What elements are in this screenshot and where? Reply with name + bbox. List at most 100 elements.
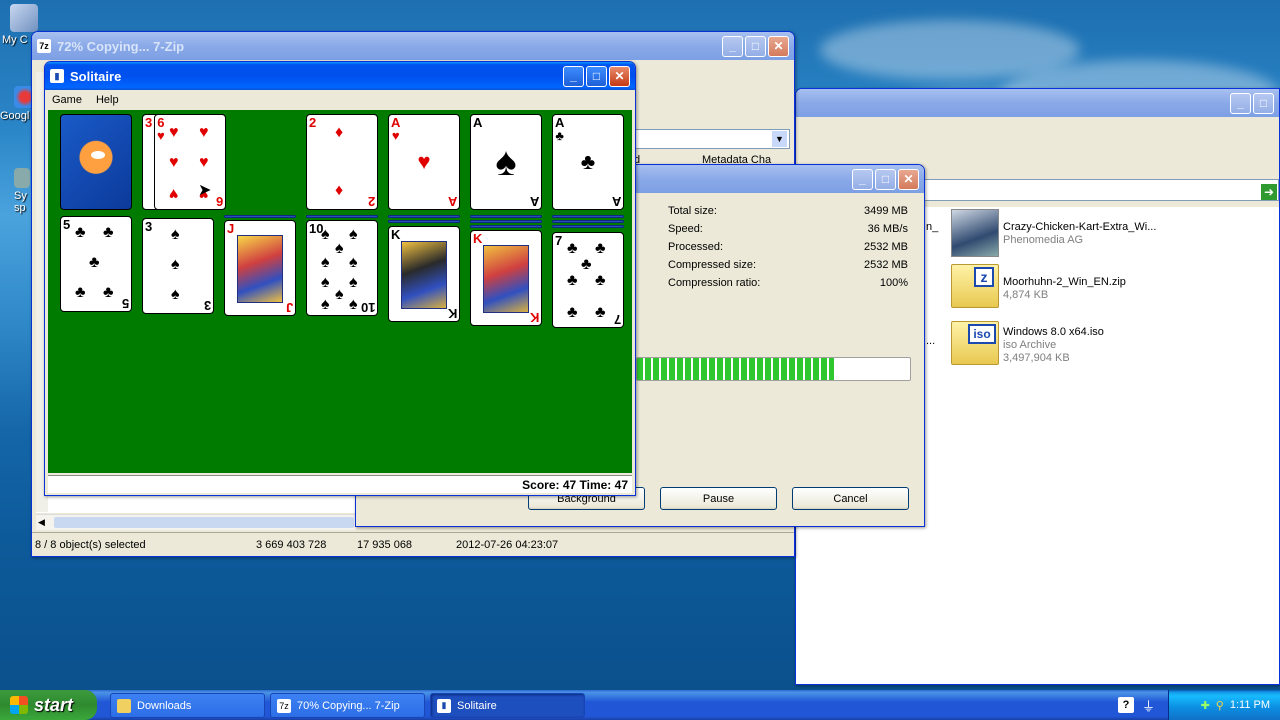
maximize-button[interactable]: □ (1253, 92, 1274, 114)
foundation-card-2[interactable]: A ♥ ♥ A (388, 114, 460, 210)
file-subtitle: iso Archive (1003, 339, 1057, 351)
cancel-button[interactable]: Cancel (792, 487, 909, 510)
file-item[interactable]: Crazy-Chicken-Kart-Extra_Wi... Phenomedi… (951, 209, 1271, 259)
card-rank: K (473, 231, 483, 246)
maximize-button[interactable]: □ (745, 35, 766, 57)
card-rank: 3 (203, 298, 211, 313)
usb-icon[interactable]: ⏚ (1142, 696, 1155, 715)
horizontal-scrollbar[interactable]: ◀ (36, 514, 356, 530)
desktop-icon-label: Sy (14, 190, 27, 202)
spade-pip: ♠ (349, 254, 358, 271)
spade-pip: ♠ (349, 296, 358, 313)
tableau-card-3[interactable]: J J (224, 220, 296, 316)
tableau-card-1[interactable]: 5 ♣ ♣ ♣ ♣ ♣ 5 (60, 216, 132, 312)
maximize-button[interactable]: □ (875, 168, 896, 190)
close-button[interactable]: ✕ (609, 65, 630, 87)
spade-pip: ♠ (171, 256, 180, 273)
file-size: 3,497,904 KB (1003, 352, 1070, 364)
info-value: 2532 MB (863, 241, 908, 253)
info-value: 100% (879, 277, 908, 289)
diamond-pip: ♦ (335, 124, 344, 141)
file-name: Crazy-Chicken-Kart-Extra_Wi... (1003, 221, 1157, 233)
club-icon: ♣ (580, 149, 596, 174)
menu-game[interactable]: Game (45, 94, 89, 106)
go-arrow-icon[interactable]: ➜ (1261, 184, 1277, 200)
diamond-pip: ♦ (335, 182, 344, 199)
card-back-edge (470, 215, 542, 218)
tableau-card-5[interactable]: K K (388, 226, 460, 322)
card-index: 6 ♥ (157, 116, 165, 142)
computer-icon (10, 4, 38, 32)
tableau-card-6[interactable]: K K (470, 230, 542, 326)
desktop-icon-system[interactable]: Sy sp (14, 168, 30, 214)
chevron-left-icon[interactable]: ◀ (38, 517, 45, 528)
file-name: Moorhuhn-2_Win_EN.zip (1003, 276, 1126, 288)
solitaire-app-icon: ▮ (50, 69, 64, 83)
start-button[interactable]: start (0, 690, 97, 720)
spade-pip: ♠ (321, 254, 330, 271)
card-back-edge (470, 220, 542, 223)
close-button[interactable]: ✕ (768, 35, 789, 57)
status-packed: 17 935 068 (357, 539, 413, 551)
jack-face-icon (237, 235, 283, 303)
card-rank: 7 (613, 312, 621, 327)
progress-fill (637, 358, 834, 380)
zip-path-combo[interactable]: ▼ (622, 129, 790, 149)
network-icon[interactable]: ✚ (1201, 699, 1210, 712)
pause-button[interactable]: Pause (660, 487, 777, 510)
foundation-card-1[interactable]: 2 ♦ ♦ 2 (306, 114, 378, 210)
window-title: 72% Copying... 7-Zip (57, 38, 185, 54)
clock[interactable]: 1:11 PM (1230, 699, 1270, 711)
task-7zip[interactable]: 7z 70% Copying... 7-Zip (270, 693, 425, 718)
close-button[interactable]: ✕ (898, 168, 919, 190)
task-label: 70% Copying... 7-Zip (297, 699, 400, 712)
task-solitaire[interactable]: ▮ Solitaire (430, 693, 585, 718)
search-icon[interactable]: ⚲ (1216, 699, 1224, 712)
chevron-down-icon[interactable]: ▼ (772, 131, 787, 147)
club-pip: ♣ (103, 284, 114, 301)
solitaire-menubar: Game Help (45, 90, 635, 110)
task-downloads[interactable]: Downloads (110, 693, 265, 718)
card-rank: 3 (145, 115, 153, 130)
club-pip: ♣ (103, 224, 114, 241)
folder-icon (117, 698, 131, 713)
waste-top-card[interactable]: 6 ♥ ♥ ♥ ♥ ♥ ♥ ♥ 6 (154, 114, 226, 210)
menu-help[interactable]: Help (89, 94, 126, 106)
card-rank: 3 (145, 219, 153, 234)
file-item[interactable]: z Moorhuhn-2_Win_EN.zip 4,874 KB (951, 264, 1271, 314)
card-suit: ♥ (157, 128, 165, 143)
maximize-button[interactable]: □ (586, 65, 607, 87)
minimize-button[interactable]: _ (852, 168, 873, 190)
system-tray: ✚ ⚲ 1:11 PM (1168, 690, 1280, 720)
scroll-thumb[interactable] (54, 517, 354, 528)
partial-text: ... (926, 335, 936, 347)
foundation-card-3[interactable]: A ♠ A (470, 114, 542, 210)
minimize-button[interactable]: _ (563, 65, 584, 87)
king-face-icon (483, 245, 529, 313)
stock-pile[interactable] (60, 114, 132, 210)
minimize-button[interactable]: _ (1230, 92, 1251, 114)
card-rank: J (227, 221, 235, 236)
zip-titlebar[interactable]: 7z 72% Copying... 7-Zip _ □ ✕ (32, 32, 794, 60)
tableau-card-2[interactable]: 3 ♠ ♠ ♠ 3 (142, 218, 214, 314)
foundation-card-4[interactable]: A ♣ ♣ A (552, 114, 624, 210)
card-rank: A (447, 194, 457, 209)
explorer-addressbar[interactable] (924, 179, 1279, 201)
tableau-card-7[interactable]: 7 ♣ ♣ ♣ ♣ ♣ ♣ ♣ 7 (552, 232, 624, 328)
explorer-titlebar[interactable]: _ □ (796, 89, 1279, 117)
solitaire-window[interactable]: ▮ Solitaire _ □ ✕ Game Help 3 6 ♥ ♥ ♥ ♥ ♥… (44, 61, 636, 496)
spade-pip: ♠ (321, 296, 330, 313)
card-rank: 5 (63, 217, 71, 232)
file-item[interactable]: iso Windows 8.0 x64.iso iso Archive 3,49… (951, 321, 1271, 371)
tableau-card-4[interactable]: 10 ♠ ♠ ♠ ♠ ♠ ♠ ♠ ♠ ♠ ♠ 10 (306, 220, 378, 316)
minimize-button[interactable]: _ (722, 35, 743, 57)
card-rank: K (391, 227, 401, 242)
card-rank: A (529, 194, 539, 209)
solitaire-titlebar[interactable]: ▮ Solitaire _ □ ✕ (45, 62, 635, 90)
game-table[interactable]: 3 6 ♥ ♥ ♥ ♥ ♥ ♥ ♥ 6 ➤ 2 ♦ ♦ 2 A ♥ ♥ A A ♠ … (48, 110, 632, 473)
card-index-bottom: 6 (216, 194, 223, 209)
status-selected: 8 / 8 object(s) selected (35, 539, 146, 551)
help-icon[interactable]: ? (1118, 697, 1134, 713)
card-index: 5 (63, 218, 70, 231)
info-label: Compression ratio: (668, 277, 761, 289)
